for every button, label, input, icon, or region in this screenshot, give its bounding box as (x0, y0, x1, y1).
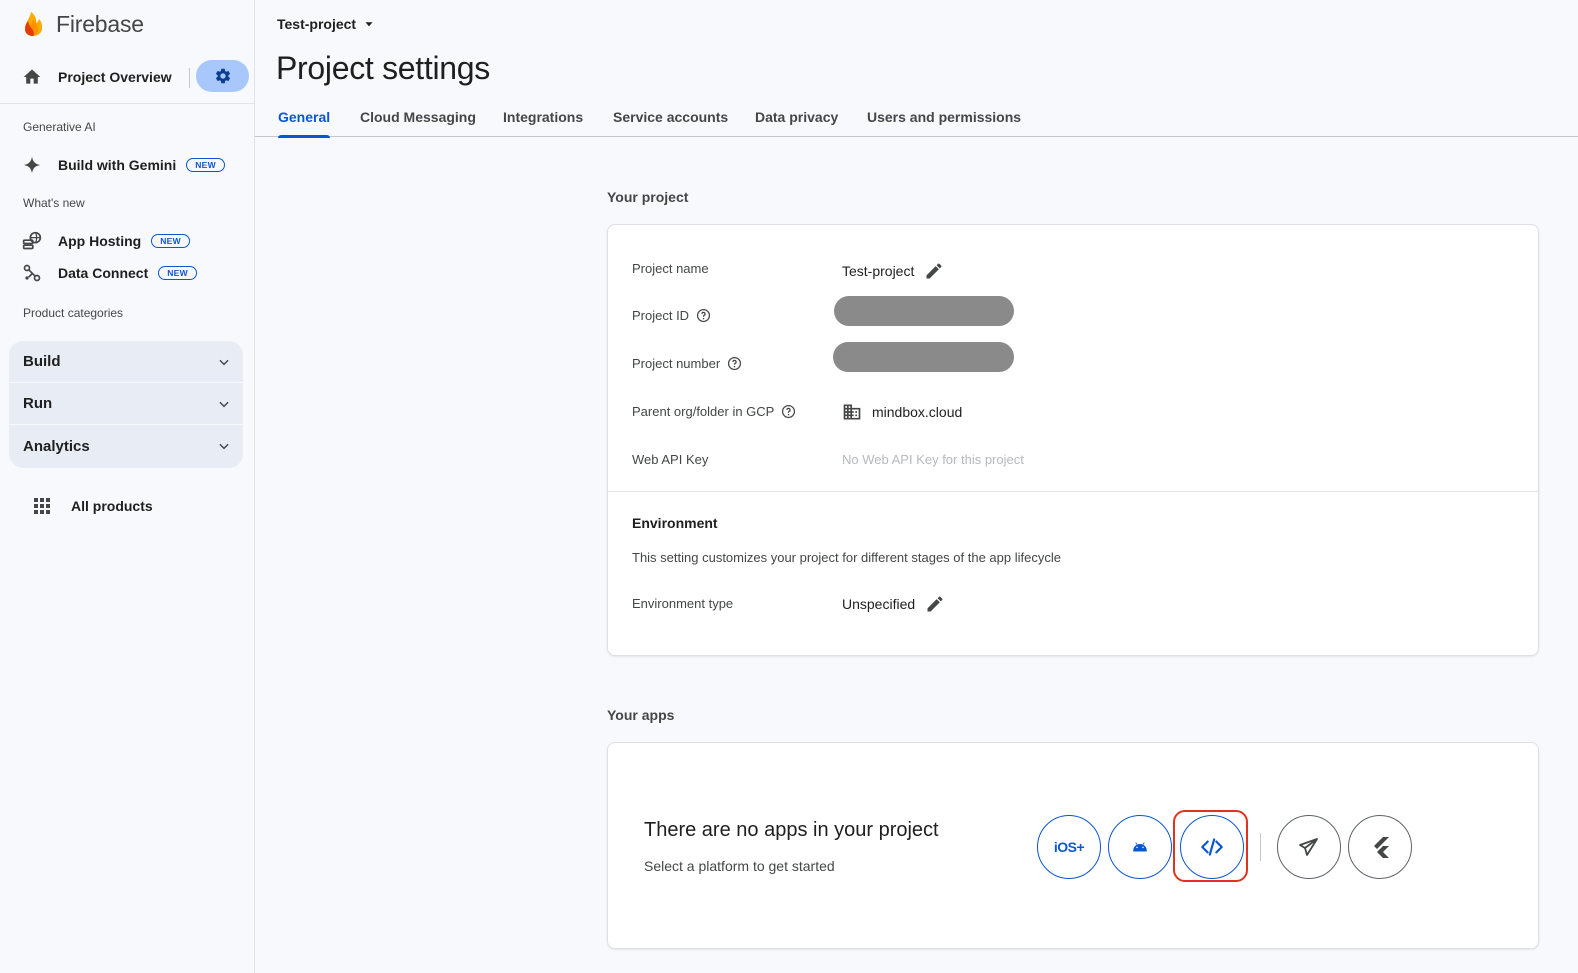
firebase-flame-icon (25, 12, 42, 36)
parent-org-text: mindbox.cloud (872, 404, 963, 420)
flutter-platform-button[interactable] (1348, 815, 1412, 879)
project-settings-button[interactable] (196, 60, 249, 92)
empty-apps-subtitle: Select a platform to get started (644, 858, 835, 874)
project-name-text: Test-project (842, 263, 915, 279)
home-icon (23, 69, 41, 84)
category-run[interactable]: Run (9, 383, 243, 425)
empty-apps-title: There are no apps in your project (644, 819, 939, 841)
help-icon[interactable] (727, 356, 742, 371)
tab-users-and-permissions[interactable]: Users and permissions (867, 109, 1021, 137)
sidebar-item-label: Build with Gemini (58, 157, 177, 173)
chevron-down-icon (219, 359, 229, 365)
sidebar: Firebase Project Overview Generative AI … (0, 0, 255, 973)
project-selector[interactable]: Test-project (277, 14, 376, 34)
category-analytics[interactable]: Analytics (9, 425, 243, 467)
section-label-generative-ai: Generative AI (23, 120, 96, 134)
category-label: Analytics (23, 437, 90, 455)
project-card: Project name Test-project Project ID Pro… (607, 224, 1539, 656)
data-connect-icon (23, 264, 41, 282)
your-project-heading: Your project (607, 189, 689, 205)
parent-org-value: mindbox.cloud (842, 402, 962, 422)
sidebar-item-build-with-gemini[interactable]: Build with Gemini NEW (22, 152, 225, 178)
project-overview-link[interactable]: Project Overview (22, 58, 172, 96)
page-title: Project settings (276, 50, 490, 86)
project-selector-label: Test-project (277, 16, 357, 32)
android-icon (1133, 842, 1147, 852)
tab-cloud-messaging[interactable]: Cloud Messaging (360, 109, 476, 137)
project-name-value: Test-project (842, 261, 944, 281)
tab-data-privacy[interactable]: Data privacy (755, 109, 838, 137)
help-icon[interactable] (696, 308, 711, 323)
sidebar-item-label: Data Connect (58, 265, 149, 281)
edit-icon[interactable] (925, 594, 945, 614)
unity-icon (1299, 838, 1318, 856)
sidebar-divider (0, 103, 254, 104)
parent-org-label: Parent org/folder in GCP (632, 404, 796, 419)
environment-description: This setting customizes your project for… (632, 550, 1061, 565)
web-api-key-value: No Web API Key for this project (842, 452, 1024, 467)
sidebar-item-label: App Hosting (58, 233, 142, 249)
gear-icon (215, 68, 230, 84)
tab-general[interactable]: General (278, 109, 331, 138)
all-products-link[interactable]: All products (33, 494, 153, 518)
your-apps-heading: Your apps (607, 707, 675, 723)
new-badge: NEW (151, 234, 190, 248)
unity-platform-button[interactable] (1277, 815, 1341, 879)
sidebar-item-data-connect[interactable]: Data Connect NEW (22, 260, 197, 286)
brand-name: Firebase (56, 10, 144, 37)
grid-icon (34, 498, 50, 514)
sparkle-icon (23, 156, 41, 174)
edit-icon[interactable] (924, 261, 944, 281)
environment-type-value: Unspecified (842, 594, 945, 614)
project-number-label-text: Project number (632, 356, 721, 371)
project-id-label: Project ID (632, 308, 711, 323)
main-content: Test-project Project settings General Cl… (255, 0, 1578, 973)
project-overview-label: Project Overview (58, 69, 172, 85)
project-id-label-text: Project ID (632, 308, 690, 323)
redacted-project-id (834, 296, 1014, 326)
apps-card: There are no apps in your project Select… (607, 742, 1539, 949)
help-icon[interactable] (781, 404, 796, 419)
product-categories: Build Run Analytics (9, 341, 243, 468)
project-name-label: Project name (632, 261, 709, 276)
section-label-whats-new: What's new (23, 196, 85, 210)
project-overview-row: Project Overview (0, 58, 254, 96)
category-label: Build (23, 353, 61, 370)
environment-heading: Environment (632, 515, 718, 531)
section-label-product-categories: Product categories (23, 306, 124, 320)
caret-down-icon (365, 22, 373, 27)
environment-type-label: Environment type (632, 596, 734, 611)
category-build[interactable]: Build (9, 341, 243, 383)
project-number-label: Project number (632, 356, 742, 371)
android-platform-button[interactable] (1108, 815, 1172, 879)
sidebar-item-app-hosting[interactable]: App Hosting NEW (22, 228, 190, 254)
firebase-logo[interactable]: Firebase (22, 10, 144, 38)
parent-org-label-text: Parent org/folder in GCP (632, 404, 775, 419)
card-divider (608, 491, 1538, 492)
chevron-down-icon (219, 443, 229, 450)
divider (189, 68, 190, 88)
flutter-icon (1374, 837, 1389, 858)
tab-integrations[interactable]: Integrations (503, 109, 583, 137)
new-badge: NEW (186, 158, 225, 172)
environment-type-text: Unspecified (842, 596, 916, 612)
category-label: Run (23, 395, 53, 412)
tab-bar: General Cloud Messaging Integrations Ser… (255, 100, 1578, 138)
building-icon (843, 404, 861, 420)
platform-divider (1260, 833, 1261, 861)
web-platform-highlight (1173, 810, 1248, 882)
all-products-label: All products (71, 498, 153, 514)
ios-icon: iOS+ (1053, 839, 1085, 855)
ios-platform-button[interactable]: iOS+ (1037, 815, 1101, 879)
new-badge: NEW (158, 266, 197, 280)
chevron-down-icon (219, 401, 229, 407)
web-api-key-label: Web API Key (632, 452, 709, 467)
redacted-project-number (833, 342, 1014, 372)
tab-service-accounts[interactable]: Service accounts (613, 109, 728, 137)
app-hosting-icon (22, 231, 42, 250)
